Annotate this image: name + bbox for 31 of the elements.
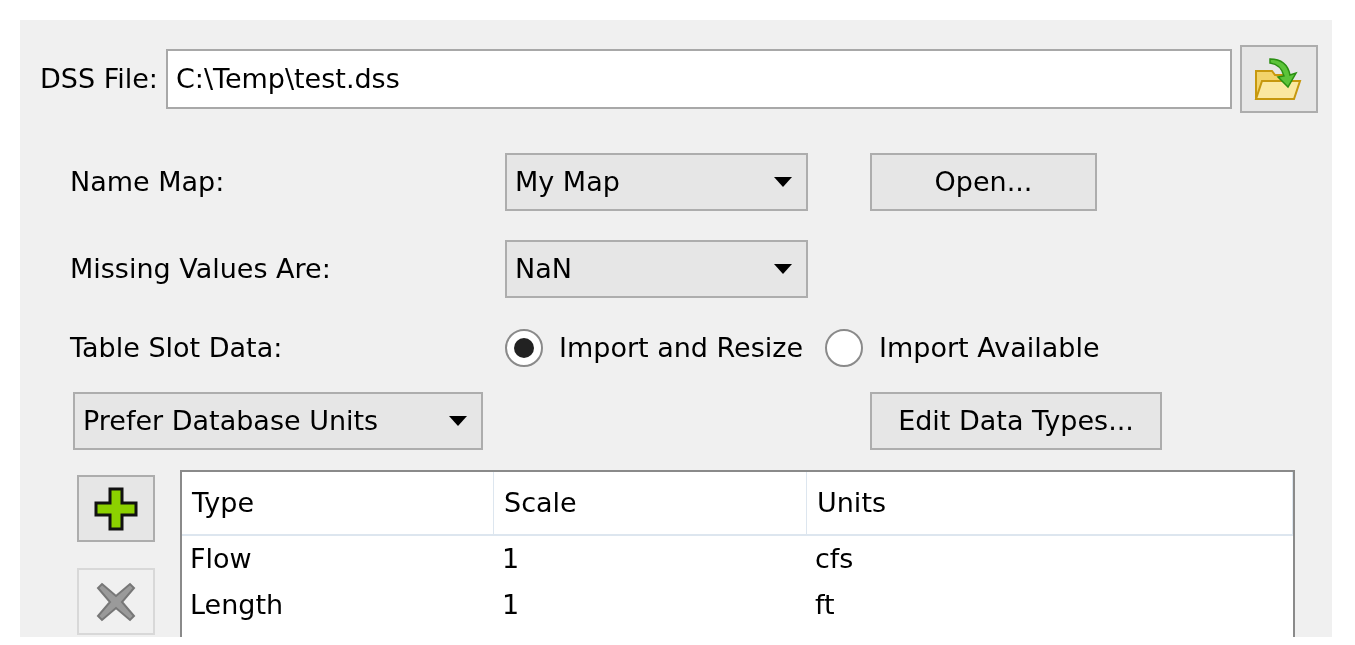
radio-label: Import Available xyxy=(879,333,1100,363)
table-cell-text: cfs xyxy=(814,541,855,576)
column-header[interactable]: Type xyxy=(182,472,494,534)
caret-icon xyxy=(774,264,792,274)
caret-icon xyxy=(449,416,467,426)
caret-icon xyxy=(774,177,792,187)
table-cell-text: ft xyxy=(814,587,836,622)
table-slot-data-label: Table Slot Data: xyxy=(70,333,284,363)
open-button[interactable]: Open... xyxy=(870,153,1097,211)
table-cell-text: Length xyxy=(189,587,285,622)
add-button[interactable] xyxy=(77,475,155,542)
missing-values-dropdown[interactable]: NaN xyxy=(505,240,808,298)
radio-button[interactable] xyxy=(505,329,543,367)
column-header[interactable]: Scale xyxy=(494,472,807,534)
name-map-label: Name Map: xyxy=(70,167,226,197)
name-map-dropdown[interactable]: My Map xyxy=(505,153,808,211)
column-header[interactable]: Units xyxy=(807,472,1293,534)
units-dropdown[interactable]: Prefer Database Units xyxy=(73,392,483,450)
table-cell-text: Flow xyxy=(189,541,253,576)
browse-button[interactable] xyxy=(1240,45,1318,113)
table-cell-text: 1 xyxy=(501,587,521,622)
x-icon xyxy=(96,581,136,622)
radio-label: Import and Resize xyxy=(559,333,804,363)
edit-data-types-button[interactable]: Edit Data Types... xyxy=(870,392,1162,450)
table-cell-text: 1 xyxy=(501,541,521,576)
missing-values-label: Missing Values Are: xyxy=(70,254,332,284)
plus-icon xyxy=(93,485,139,532)
folder-arrow-icon xyxy=(1254,57,1304,101)
dss-file-label: DSS File: xyxy=(40,64,158,94)
radio-button[interactable] xyxy=(825,329,864,367)
file-path-field[interactable]: C:\Temp\test.dss xyxy=(165,49,1232,109)
